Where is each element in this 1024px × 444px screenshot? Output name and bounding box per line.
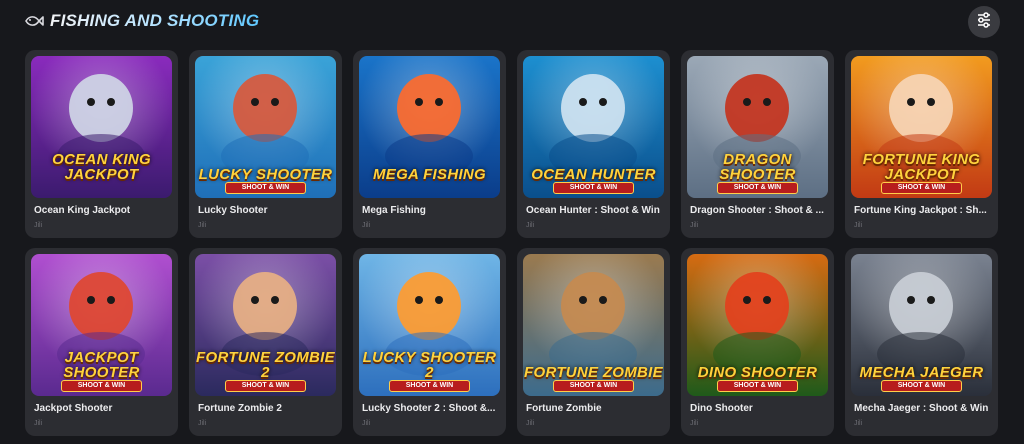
game-card[interactable]: Lucky Shooter 2 SHOOT & WIN Lucky Shoote…	[353, 248, 506, 436]
game-provider: Jili	[854, 420, 863, 427]
game-provider: Jili	[690, 420, 699, 427]
game-card[interactable]: Mecha Jaeger SHOOT & WIN Mecha Jaeger : …	[845, 248, 998, 436]
game-title[interactable]: Jackpot Shooter	[34, 403, 172, 414]
game-title[interactable]: Dino Shooter	[690, 403, 828, 414]
game-provider: Jili	[198, 420, 207, 427]
game-badge: SHOOT & WIN	[553, 182, 634, 194]
game-badge: SHOOT & WIN	[881, 380, 962, 392]
game-thumbnail[interactable]: Mecha Jaeger SHOOT & WIN	[851, 254, 992, 396]
game-card[interactable]: Dino Shooter SHOOT & WIN Dino Shooter Ji…	[681, 248, 834, 436]
game-provider: Jili	[854, 222, 863, 229]
game-badge: SHOOT & WIN	[225, 182, 306, 194]
game-logo: Dragon Shooter	[719, 151, 796, 183]
game-logo: Lucky Shooter	[198, 166, 333, 183]
game-title[interactable]: Ocean Hunter : Shoot & Win	[526, 205, 664, 216]
sliders-icon	[976, 11, 992, 33]
game-title[interactable]: Lucky Shooter	[198, 205, 336, 216]
game-logo: Lucky Shooter 2	[362, 349, 497, 381]
game-thumbnail[interactable]: Dragon Shooter SHOOT & WIN	[687, 56, 828, 198]
fish-icon	[24, 14, 44, 28]
game-provider: Jili	[198, 222, 207, 229]
game-title[interactable]: Fortune Zombie	[526, 403, 664, 414]
game-badge: SHOOT & WIN	[553, 380, 634, 392]
game-card[interactable]: Mega Fishing Mega Fishing Jili	[353, 50, 506, 238]
game-card[interactable]: Jackpot Shooter SHOOT & WIN Jackpot Shoo…	[25, 248, 178, 436]
game-card[interactable]: Fortune King Jackpot SHOOT & WIN Fortune…	[845, 50, 998, 238]
game-provider: Jili	[34, 420, 43, 427]
game-thumbnail[interactable]: Fortune Zombie 2 SHOOT & WIN	[195, 254, 336, 396]
game-logo: Jackpot Shooter	[63, 349, 140, 381]
game-badge: SHOOT & WIN	[61, 380, 142, 392]
game-logo: Dino Shooter	[697, 364, 818, 381]
game-badge: SHOOT & WIN	[717, 182, 798, 194]
game-thumbnail[interactable]: Mega Fishing	[359, 56, 500, 198]
filter-button[interactable]	[968, 6, 1000, 38]
game-badge: SHOOT & WIN	[389, 380, 470, 392]
game-provider: Jili	[526, 222, 535, 229]
game-logo: Mega Fishing	[372, 166, 487, 183]
game-provider: Jili	[362, 420, 371, 427]
game-card[interactable]: Fortune Zombie 2 SHOOT & WIN Fortune Zom…	[189, 248, 342, 436]
game-provider: Jili	[362, 222, 371, 229]
game-thumbnail[interactable]: Lucky Shooter SHOOT & WIN	[195, 56, 336, 198]
game-provider: Jili	[526, 420, 535, 427]
game-logo: Ocean Hunter	[531, 166, 656, 183]
game-badge: SHOOT & WIN	[225, 380, 306, 392]
game-title[interactable]: Fortune Zombie 2	[198, 403, 336, 414]
game-thumbnail[interactable]: Ocean Hunter SHOOT & WIN	[523, 56, 664, 198]
game-grid: Ocean King Jackpot Ocean King Jackpot Ji…	[25, 50, 998, 436]
game-card[interactable]: Fortune Zombie SHOOT & WIN Fortune Zombi…	[517, 248, 670, 436]
game-logo: Fortune King Jackpot	[862, 151, 981, 183]
game-logo: Fortune Zombie	[524, 364, 663, 381]
section-header: FISHING AND SHOOTING	[0, 0, 1024, 46]
game-card[interactable]: Ocean King Jackpot Ocean King Jackpot Ji…	[25, 50, 178, 238]
game-card[interactable]: Lucky Shooter SHOOT & WIN Lucky Shooter …	[189, 50, 342, 238]
game-title[interactable]: Fortune King Jackpot : Sh...	[854, 205, 992, 216]
game-provider: Jili	[34, 222, 43, 229]
game-thumbnail[interactable]: Lucky Shooter 2 SHOOT & WIN	[359, 254, 500, 396]
game-thumbnail[interactable]: Fortune Zombie SHOOT & WIN	[523, 254, 664, 396]
game-title[interactable]: Dragon Shooter : Shoot & ...	[690, 205, 828, 216]
game-thumbnail[interactable]: Jackpot Shooter SHOOT & WIN	[31, 254, 172, 396]
game-logo: Mecha Jaeger	[859, 364, 984, 381]
game-thumbnail[interactable]: Ocean King Jackpot	[31, 56, 172, 198]
game-thumbnail[interactable]: Dino Shooter SHOOT & WIN	[687, 254, 828, 396]
game-badge: SHOOT & WIN	[717, 380, 798, 392]
game-provider: Jili	[690, 222, 699, 229]
game-badge: SHOOT & WIN	[881, 182, 962, 194]
game-title[interactable]: Mega Fishing	[362, 205, 500, 216]
game-thumbnail[interactable]: Fortune King Jackpot SHOOT & WIN	[851, 56, 992, 198]
section-title: FISHING AND SHOOTING	[50, 11, 260, 30]
game-title[interactable]: Mecha Jaeger : Shoot & Win	[854, 403, 992, 414]
game-title[interactable]: Ocean King Jackpot	[34, 205, 172, 216]
game-logo: Fortune Zombie 2	[196, 349, 335, 381]
game-card[interactable]: Dragon Shooter SHOOT & WIN Dragon Shoote…	[681, 50, 834, 238]
game-title[interactable]: Lucky Shooter 2 : Shoot &...	[362, 403, 500, 414]
game-card[interactable]: Ocean Hunter SHOOT & WIN Ocean Hunter : …	[517, 50, 670, 238]
game-logo: Ocean King Jackpot	[52, 151, 151, 183]
